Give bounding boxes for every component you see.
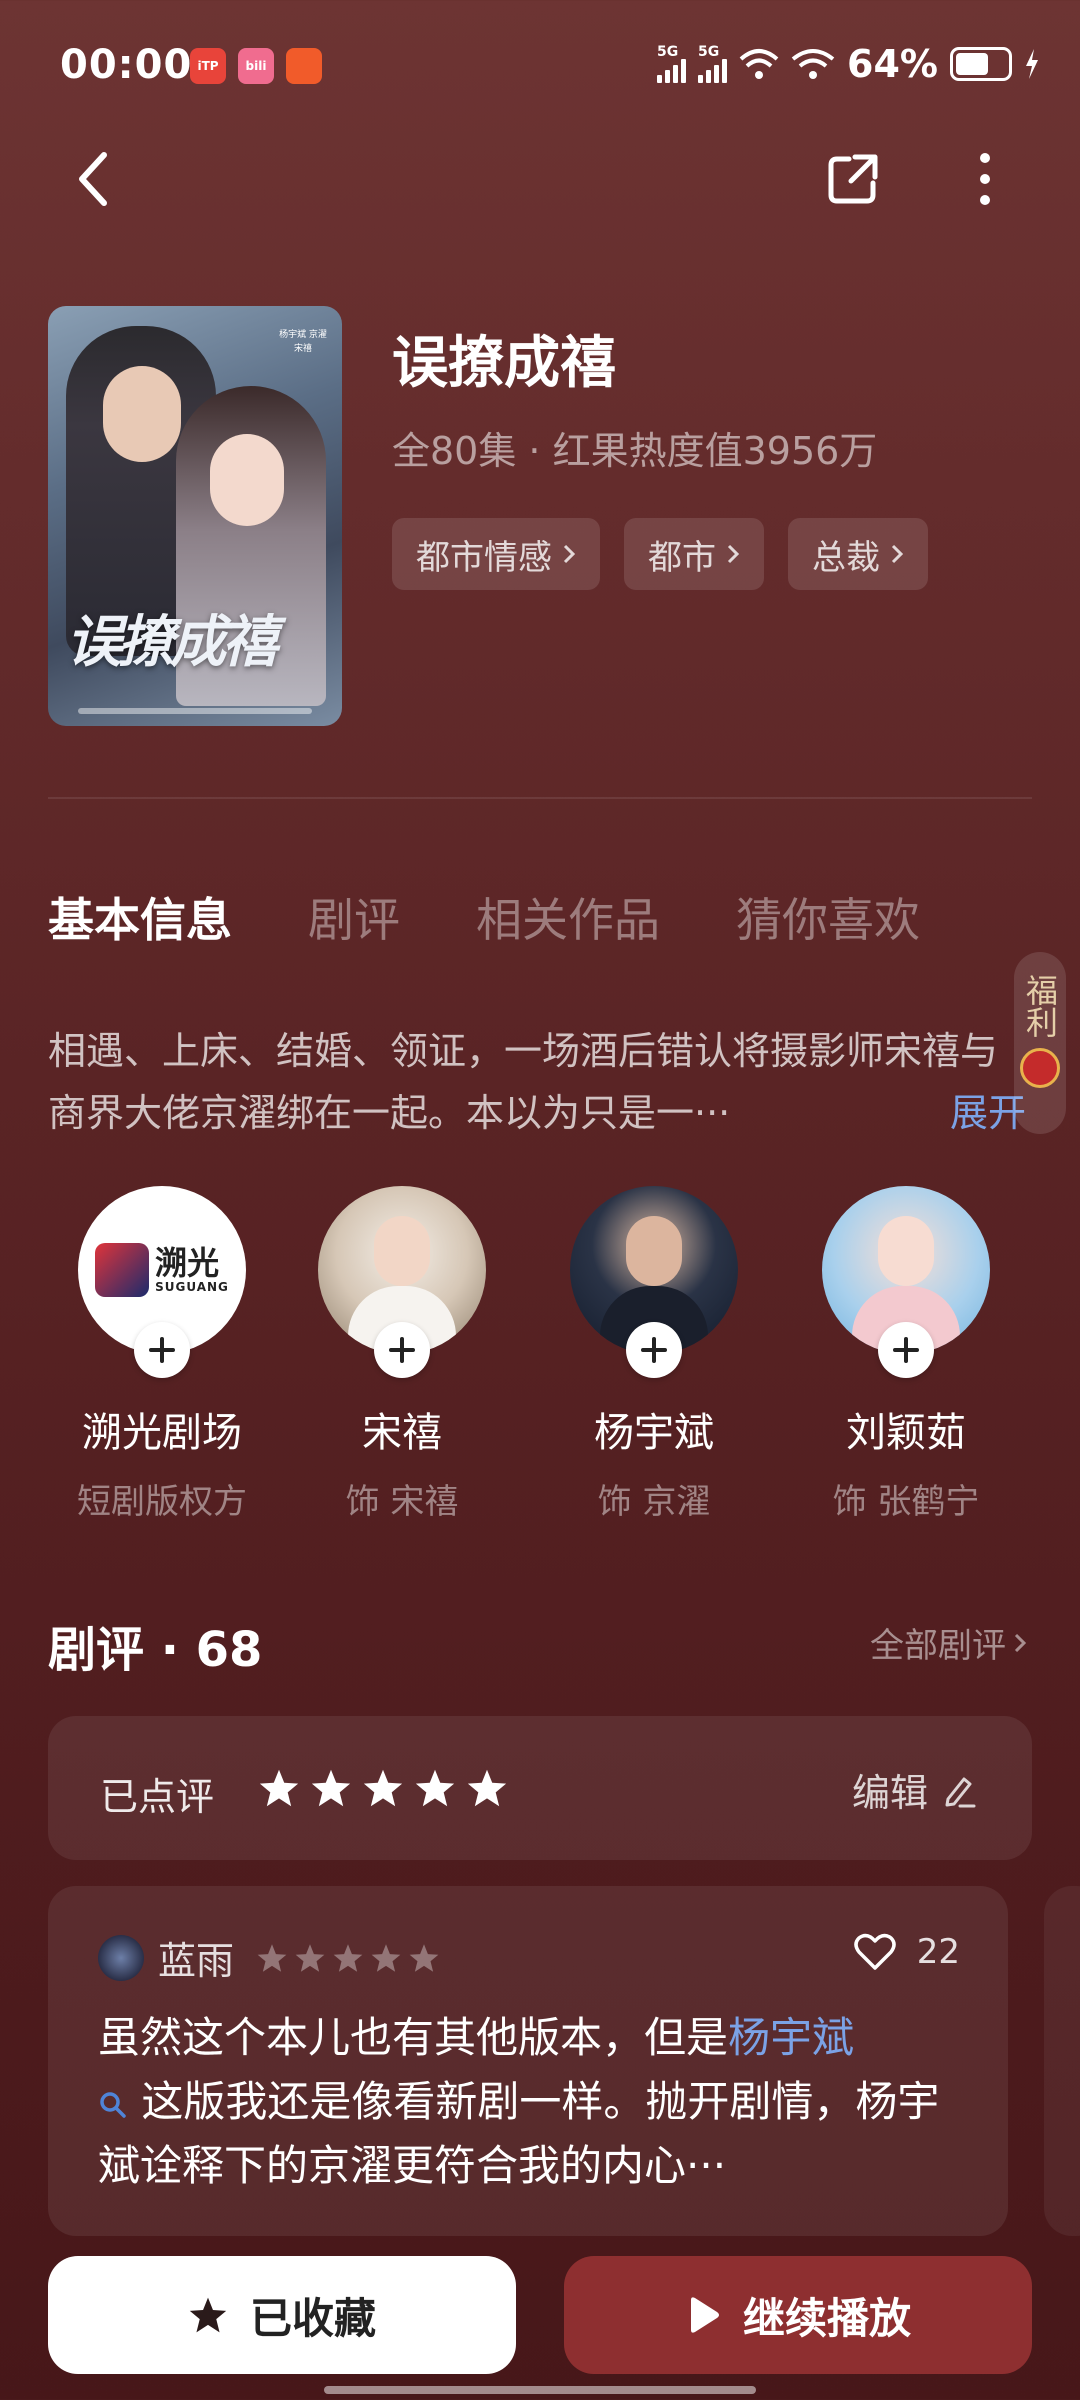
- cast-role: 短剧版权方: [77, 1482, 247, 1522]
- star-icon: [333, 1943, 363, 1972]
- cast-name: 溯光剧场: [82, 1410, 242, 1456]
- cast-name: 刘颖茹: [846, 1410, 966, 1456]
- wifi-icon-2: [791, 49, 835, 79]
- status-time: 00:00: [60, 42, 193, 88]
- chevron-right-icon: [727, 544, 740, 564]
- cast-role: 饰 京濯: [597, 1482, 711, 1522]
- tag-chip[interactable]: 都市: [624, 518, 764, 590]
- review-text: 虽然这个本儿也有其他版本，但是杨宇斌 这版我还是像看新剧一样。抛开剧情，杨宇斌诠…: [98, 2013, 940, 2190]
- tab-basic-info[interactable]: 基本信息: [48, 884, 232, 950]
- home-indicator[interactable]: [324, 2386, 756, 2394]
- review-card[interactable]: 蓝雨 22 虽然这个本儿也有其他版本，但是杨宇斌 这版我还是像看新剧一样。抛开剧…: [48, 1886, 1008, 2236]
- continue-play-button[interactable]: 继续播放: [564, 2256, 1032, 2374]
- tab-recommendations[interactable]: 猜你喜欢: [736, 884, 920, 950]
- plus-icon: [893, 1337, 919, 1363]
- plus-icon: [149, 1337, 175, 1363]
- share-button[interactable]: [820, 146, 886, 212]
- star-icon: [467, 1769, 507, 1807]
- star-icon: [363, 1769, 403, 1807]
- more-button[interactable]: [960, 146, 1010, 212]
- plus-icon: [641, 1337, 667, 1363]
- share-icon: [828, 154, 878, 204]
- my-rating-stars[interactable]: [258, 1768, 508, 1808]
- battery-percent: 64%: [847, 42, 938, 86]
- star-filled-icon: [189, 2297, 227, 2333]
- star-icon: [415, 1769, 455, 1807]
- chevron-right-icon: [891, 544, 904, 564]
- tab-related-works[interactable]: 相关作品: [476, 884, 660, 950]
- tab-bar: 基本信息 剧评 相关作品 猜你喜欢: [48, 884, 920, 950]
- star-icon: [295, 1943, 325, 1972]
- charging-icon: [1026, 49, 1038, 79]
- back-button[interactable]: [62, 146, 122, 212]
- cast-item[interactable]: 刘颖茹 饰 张鹤宁: [780, 1186, 1032, 1523]
- cast-role: 饰 宋禧: [345, 1482, 459, 1522]
- poster-credits: 杨宇斌 京濯 宋禧: [279, 330, 327, 354]
- drama-meta: 全80集 · 红果热度值3956万: [392, 429, 878, 473]
- chevron-right-icon: [1014, 1633, 1026, 1652]
- chevron-right-icon: [563, 544, 576, 564]
- review-card-next[interactable]: [1044, 1886, 1080, 2236]
- pencil-icon: [945, 1777, 976, 1807]
- star-icon: [409, 1943, 439, 1972]
- star-icon: [311, 1769, 351, 1807]
- cast-name: 宋禧: [362, 1410, 442, 1456]
- avatar: [98, 1934, 144, 1981]
- tab-reviews[interactable]: 剧评: [308, 884, 400, 950]
- star-icon: [259, 1769, 299, 1807]
- app-icon-2: bili: [238, 48, 274, 84]
- status-indicators: 5G 5G 64%: [657, 42, 1040, 86]
- like-button[interactable]: 22: [853, 1932, 960, 1972]
- poster-title-art: 误撩成禧: [66, 609, 278, 675]
- cast-item[interactable]: 宋禧 饰 宋禧: [276, 1186, 528, 1523]
- cast-item[interactable]: 溯光 SUGUANG 溯光剧场 短剧版权方: [48, 1186, 276, 1523]
- divider: [48, 797, 1032, 799]
- heart-icon: [853, 1933, 896, 1970]
- review-user[interactable]: 蓝雨: [98, 1930, 440, 1985]
- app-icon-1: iTP: [190, 48, 226, 84]
- follow-button[interactable]: [626, 1322, 682, 1378]
- reviews-title: 剧评 · 68: [48, 1622, 263, 1678]
- follow-button[interactable]: [134, 1322, 190, 1378]
- signal-icon-1: 5G: [657, 45, 687, 83]
- like-count: 22: [916, 1932, 960, 1972]
- cast-role: 饰 张鹤宁: [832, 1482, 980, 1522]
- cast-item[interactable]: 杨宇斌 饰 京濯: [528, 1186, 780, 1523]
- my-rating-card: 已点评 编辑: [48, 1716, 1032, 1860]
- signal-icon-2: 5G: [698, 45, 728, 83]
- tag-chip[interactable]: 总裁: [788, 518, 928, 590]
- play-icon: [690, 2297, 719, 2333]
- edit-rating-button[interactable]: 编辑: [852, 1762, 978, 1817]
- wifi-icon: [739, 49, 779, 79]
- star-icon: [257, 1943, 287, 1972]
- cast-name: 杨宇斌: [594, 1410, 714, 1456]
- tag-chip[interactable]: 都市情感: [392, 518, 600, 590]
- welfare-float-button[interactable]: 福利: [1014, 952, 1066, 1134]
- welfare-label: 福利: [1021, 974, 1059, 1038]
- red-envelope-icon: [1020, 1048, 1060, 1088]
- rated-label: 已点评: [100, 1775, 215, 1819]
- review-username: 蓝雨: [158, 1939, 235, 1983]
- synopsis-text: 相遇、上床、结婚、领证，一场酒后错认将摄影师宋禧与商界大佬京濯绑在一起。本以为只…: [48, 1029, 999, 1135]
- search-link[interactable]: 杨宇斌: [728, 2013, 854, 2062]
- battery-icon: [950, 47, 1012, 81]
- star-icon: [371, 1943, 401, 1972]
- chevron-left-icon: [79, 152, 107, 206]
- search-icon[interactable]: [98, 2090, 128, 2120]
- all-reviews-link[interactable]: 全部剧评: [870, 1618, 1026, 1667]
- app-icon-3: [286, 48, 322, 84]
- follow-button[interactable]: [878, 1322, 934, 1378]
- drama-poster[interactable]: 杨宇斌 京濯 宋禧 误撩成禧: [48, 306, 342, 726]
- review-stars: [256, 1943, 440, 1973]
- plus-icon: [389, 1337, 415, 1363]
- suguang-logo-icon: [95, 1243, 150, 1297]
- follow-button[interactable]: [374, 1322, 430, 1378]
- tag-list: 都市情感 都市 总裁: [392, 518, 928, 590]
- cast-list: 溯光 SUGUANG 溯光剧场 短剧版权方 宋禧 饰 宋禧 杨宇斌 饰 京濯 刘…: [48, 1186, 1032, 1523]
- collect-button[interactable]: 已收藏: [48, 2256, 516, 2374]
- more-vertical-icon: [980, 153, 990, 205]
- drama-title: 误撩成禧: [392, 331, 616, 396]
